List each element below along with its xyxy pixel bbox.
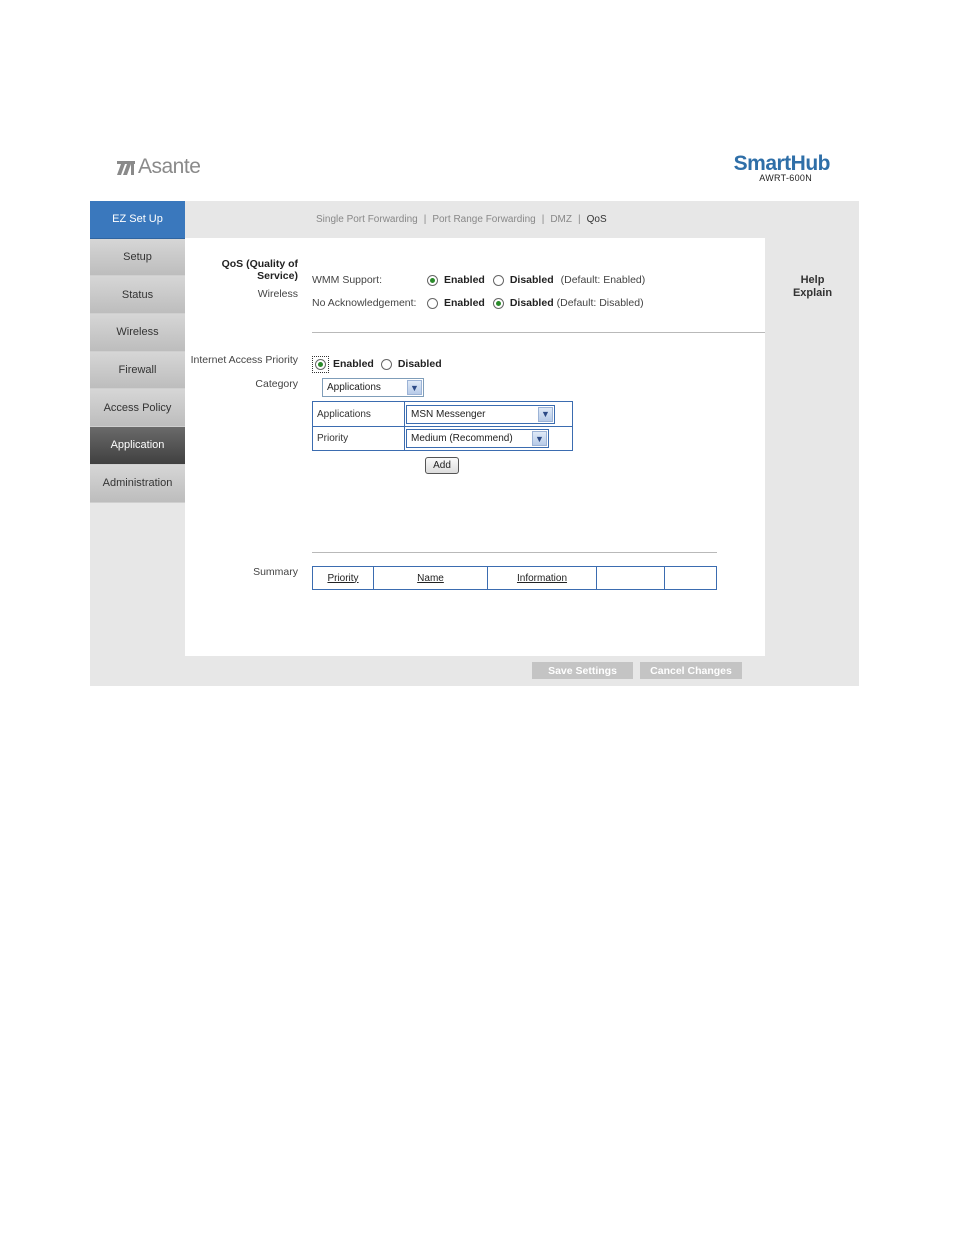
subnav-separator: | — [578, 214, 581, 225]
summary-label: Summary — [253, 566, 298, 578]
internet-access-priority-label: Internet Access Priority — [190, 354, 298, 366]
summary-divider — [312, 552, 717, 553]
summary-table: Priority Name Information — [312, 566, 717, 590]
subnav-dmz[interactable]: DMZ — [550, 214, 572, 225]
help-panel: Help Explain — [775, 274, 850, 300]
sub-navigation: Single Port Forwarding | Port Range Forw… — [316, 214, 607, 225]
no-ack-default-note: (Default: Disabled) — [556, 297, 644, 309]
table-row: Applications MSN Messenger ▼ — [313, 402, 572, 426]
section-divider — [312, 332, 765, 333]
wmm-support-row: WMM Support: Enabled Disabled (Default: … — [312, 272, 757, 288]
sidebar-item-ez-setup[interactable]: EZ Set Up — [90, 201, 185, 239]
priority-select-value: Medium (Recommend) — [411, 433, 513, 444]
summary-header-information[interactable]: Information — [488, 567, 597, 589]
application-priority-table: Applications MSN Messenger ▼ Priority Me… — [312, 401, 573, 451]
sidebar-item-wireless[interactable]: Wireless — [90, 314, 185, 352]
category-label: Category — [255, 378, 298, 390]
category-select[interactable]: Applications ▼ — [322, 378, 424, 397]
priority-select[interactable]: Medium (Recommend) ▼ — [406, 429, 549, 448]
no-ack-enabled-label: Enabled — [444, 297, 485, 309]
priority-cell: Medium (Recommend) ▼ — [405, 427, 549, 450]
cancel-changes-button[interactable]: Cancel Changes — [640, 662, 742, 679]
brand-logo: Asante — [116, 155, 201, 179]
applications-label: Applications — [313, 402, 405, 426]
no-ack-enabled-radio[interactable] — [427, 297, 438, 309]
applications-select-value: MSN Messenger — [411, 408, 486, 420]
brand-name: Asante — [138, 155, 201, 178]
internet-priority-toggle: Enabled Disabled — [312, 355, 442, 373]
subnav-port-range-forwarding[interactable]: Port Range Forwarding — [432, 214, 535, 225]
priority-label: Priority — [313, 427, 405, 450]
priority-enabled-radio[interactable] — [315, 358, 326, 370]
asante-logo-icon — [116, 159, 135, 175]
sidebar: EZ Set Up Setup Status Wireless Firewall… — [90, 201, 185, 503]
wmm-support-label: WMM Support: — [312, 274, 383, 286]
sidebar-item-setup[interactable]: Setup — [90, 238, 185, 277]
wmm-disabled-label: Disabled — [509, 274, 554, 286]
subnav-qos[interactable]: QoS — [587, 214, 607, 225]
sidebar-item-status[interactable]: Status — [90, 276, 185, 315]
summary-header-priority[interactable]: Priority — [313, 567, 374, 589]
sidebar-item-administration[interactable]: Administration — [90, 464, 185, 503]
explain-link[interactable]: Explain — [775, 287, 850, 300]
chevron-down-icon: ▼ — [538, 406, 553, 422]
no-ack-disabled-radio[interactable] — [492, 297, 504, 309]
subnav-separator: | — [541, 214, 545, 225]
category-select-value: Applications — [327, 382, 381, 393]
subnav-separator: | — [423, 214, 427, 225]
applications-cell: MSN Messenger ▼ — [405, 402, 555, 426]
chevron-down-icon: ▼ — [407, 380, 422, 395]
add-button[interactable]: Add — [425, 457, 459, 474]
summary-header-blank — [665, 567, 716, 589]
no-ack-disabled-label: Disabled — [509, 297, 554, 309]
wmm-disabled-radio[interactable] — [492, 274, 504, 286]
sidebar-item-firewall[interactable]: Firewall — [90, 351, 185, 390]
no-ack-row: No Acknowledgement: Enabled Disabled (De… — [312, 295, 757, 311]
wmm-default-note: (Default: Enabled) — [560, 274, 646, 286]
product-logo: SmartHub AWRT-600N — [733, 152, 831, 184]
subnav-single-port-forwarding[interactable]: Single Port Forwarding — [316, 214, 418, 225]
sidebar-item-application[interactable]: Application — [90, 427, 185, 465]
focus-outline — [312, 355, 329, 373]
priority-disabled-label: Disabled — [397, 358, 442, 370]
wmm-enabled-label: Enabled — [444, 274, 485, 286]
wireless-label: Wireless — [257, 288, 298, 300]
summary-header-blank — [597, 567, 665, 589]
qos-section-title: QoS (Quality of Service) — [221, 258, 298, 282]
table-row: Priority Medium (Recommend) ▼ — [313, 426, 572, 450]
no-ack-label: No Acknowledgement: — [312, 297, 417, 309]
product-name: SmartHub — [733, 152, 831, 175]
applications-select[interactable]: MSN Messenger ▼ — [406, 404, 555, 424]
wmm-enabled-radio[interactable] — [427, 274, 438, 286]
save-settings-button[interactable]: Save Settings — [532, 662, 633, 679]
chevron-down-icon: ▼ — [532, 431, 547, 446]
sidebar-item-access-policy[interactable]: Access Policy — [90, 389, 185, 428]
help-link[interactable]: Help — [775, 274, 850, 287]
summary-header-name[interactable]: Name — [374, 567, 488, 589]
priority-disabled-radio[interactable] — [380, 358, 392, 370]
priority-enabled-label: Enabled — [333, 358, 374, 370]
